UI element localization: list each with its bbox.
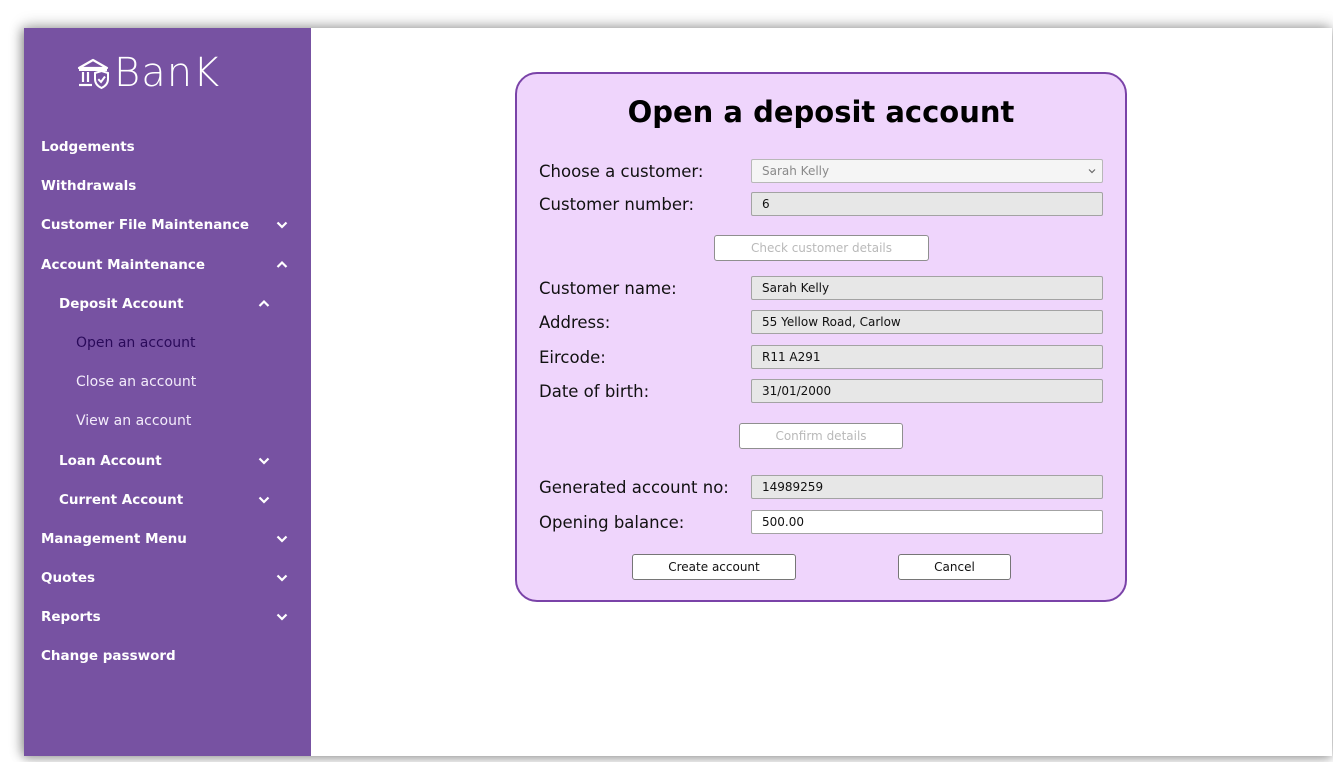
date-of-birth-label: Date of birth: (539, 382, 650, 401)
sidebar-item-label: Reports (41, 609, 101, 626)
sidebar-item-withdrawals[interactable]: Withdrawals (24, 170, 311, 209)
cancel-button[interactable]: Cancel (898, 554, 1011, 580)
page-title: Open a deposit account (627, 95, 1015, 129)
sidebar-item-label: Current Account (59, 491, 184, 508)
sidebar-item-change-password[interactable]: Change password (24, 640, 311, 679)
chevron-up-icon (258, 299, 270, 307)
app-window: BanK Lodgements Withdrawals Customer Fil… (24, 28, 1332, 756)
confirm-details-button[interactable]: Confirm details (739, 423, 903, 449)
customer-select-value: Sarah Kelly (762, 164, 830, 178)
check-customer-details-button[interactable]: Check customer details (714, 235, 929, 261)
sidebar-item-view-an-account[interactable]: View an account (24, 405, 311, 444)
sidebar-item-label: Management Menu (41, 530, 187, 547)
open-deposit-account-form: Open a deposit account Choose a customer… (515, 72, 1127, 602)
sidebar-item-label: View an account (76, 413, 192, 430)
account-number-field[interactable]: 14989259 (751, 475, 1103, 499)
sidebar-item-close-an-account[interactable]: Close an account (24, 366, 311, 405)
main-content: Open a deposit account Choose a customer… (311, 28, 1332, 756)
customer-number-label: Customer number: (539, 195, 695, 214)
chevron-down-icon (276, 222, 288, 229)
account-number-label: Generated account no: (539, 478, 729, 497)
sidebar-item-management-menu[interactable]: Management Menu (24, 523, 311, 562)
brand-name: BanK (114, 50, 221, 96)
opening-balance-input[interactable]: 500.00 (751, 510, 1103, 534)
chevron-down-icon (276, 613, 288, 621)
brand-logo[interactable]: BanK (76, 48, 220, 98)
sidebar-item-label: Close an account (76, 374, 197, 391)
address-label: Address: (539, 313, 611, 332)
bank-shield-icon (77, 58, 109, 90)
sidebar-item-open-an-account[interactable]: Open an account (24, 327, 311, 366)
chevron-down-icon (276, 535, 288, 543)
sidebar-item-label: Lodgements (41, 139, 135, 155)
sidebar-item-label: Change password (41, 648, 176, 665)
chevron-down-icon (258, 496, 270, 504)
choose-customer-label: Choose a customer: (539, 162, 704, 181)
customer-number-field[interactable]: 6 (751, 192, 1103, 216)
sidebar-item-quotes[interactable]: Quotes (24, 562, 311, 601)
sidebar-item-reports[interactable]: Reports (24, 601, 311, 640)
chevron-up-icon (276, 260, 288, 268)
sidebar-nav: Lodgements Withdrawals Customer File Mai… (24, 131, 311, 680)
sidebar-item-label: Loan Account (59, 452, 162, 469)
customer-name-label: Customer name: (539, 279, 677, 298)
sidebar-item-account-maintenance[interactable]: Account Maintenance (24, 249, 311, 288)
sidebar-item-loan-account[interactable]: Loan Account (24, 445, 311, 484)
date-of-birth-field[interactable]: 31/01/2000 (751, 379, 1103, 403)
sidebar-item-customer-file-maintenance[interactable]: Customer File Maintenance (24, 209, 311, 248)
address-field[interactable]: 55 Yellow Road, Carlow (751, 310, 1103, 334)
sidebar-item-label: Customer File Maintenance (41, 217, 250, 234)
customer-name-field[interactable]: Sarah Kelly (751, 276, 1103, 300)
sidebar-item-current-account[interactable]: Current Account (24, 484, 311, 523)
eircode-label: Eircode: (539, 348, 606, 367)
sidebar: BanK Lodgements Withdrawals Customer Fil… (24, 28, 311, 756)
sidebar-item-lodgements[interactable]: Lodgements (24, 131, 311, 170)
sidebar-item-label: Quotes (41, 570, 96, 587)
sidebar-item-label: Account Maintenance (41, 256, 205, 273)
chevron-down-icon (258, 457, 270, 465)
sidebar-item-label: Deposit Account (59, 295, 184, 312)
eircode-field[interactable]: R11 A291 (751, 345, 1103, 369)
sidebar-item-label: Withdrawals (41, 178, 137, 195)
opening-balance-label: Opening balance: (539, 513, 685, 532)
chevron-down-icon (1088, 169, 1096, 174)
sidebar-item-deposit-account[interactable]: Deposit Account (24, 288, 311, 327)
customer-select[interactable]: Sarah Kelly (751, 159, 1103, 183)
sidebar-item-label: Open an account (76, 334, 196, 351)
create-account-button[interactable]: Create account (632, 554, 796, 580)
chevron-down-icon (276, 574, 288, 582)
